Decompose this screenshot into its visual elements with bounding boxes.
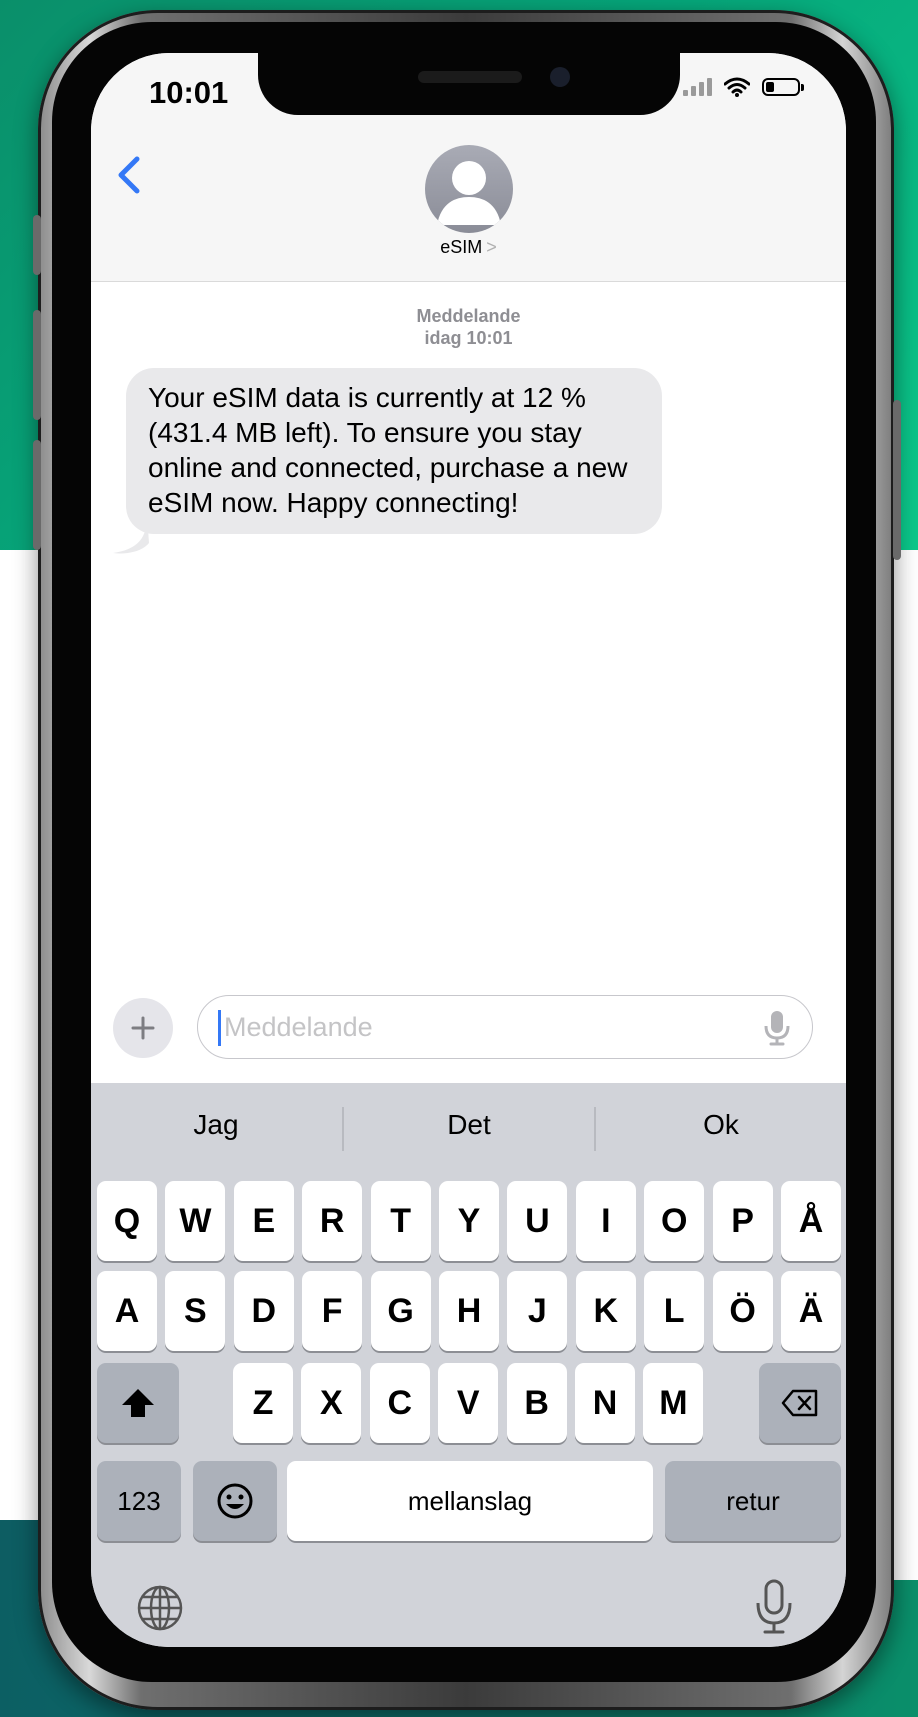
key-s[interactable]: S bbox=[165, 1271, 226, 1351]
key-d[interactable]: D bbox=[233, 1271, 294, 1351]
key-ä[interactable]: Ä bbox=[781, 1271, 841, 1351]
key-h[interactable]: H bbox=[439, 1271, 499, 1351]
key-f[interactable]: F bbox=[302, 1271, 363, 1351]
side-button-power bbox=[893, 400, 901, 560]
suggestion-jag[interactable]: Jag bbox=[91, 1109, 341, 1141]
side-button-mute bbox=[33, 215, 41, 275]
numbers-key[interactable]: 123 bbox=[97, 1461, 181, 1541]
message-timestamp: idag 10:01 bbox=[424, 328, 513, 348]
key-å[interactable]: Å bbox=[781, 1181, 841, 1261]
key-g[interactable]: G bbox=[370, 1271, 431, 1351]
key-x[interactable]: X bbox=[301, 1363, 362, 1443]
mic-icon[interactable] bbox=[764, 1010, 790, 1046]
front-camera bbox=[550, 67, 570, 87]
side-button-volume-down bbox=[33, 440, 41, 550]
key-e[interactable]: E bbox=[233, 1181, 294, 1261]
delete-key[interactable] bbox=[759, 1363, 841, 1443]
earpiece-speaker bbox=[418, 71, 522, 83]
key-b[interactable]: B bbox=[506, 1363, 567, 1443]
key-i[interactable]: I bbox=[575, 1181, 636, 1261]
emoji-icon bbox=[217, 1483, 253, 1519]
key-j[interactable]: J bbox=[507, 1271, 568, 1351]
dictation-mic-icon[interactable] bbox=[755, 1579, 793, 1635]
battery-icon bbox=[762, 78, 804, 96]
side-button-volume-up bbox=[33, 310, 41, 420]
key-r[interactable]: R bbox=[302, 1181, 363, 1261]
key-ö[interactable]: Ö bbox=[712, 1271, 773, 1351]
key-z[interactable]: Z bbox=[233, 1363, 293, 1443]
space-key[interactable]: mellanslag bbox=[287, 1461, 653, 1541]
contact-name-row[interactable]: eSIM > bbox=[91, 237, 846, 258]
globe-icon[interactable] bbox=[135, 1583, 185, 1633]
notch bbox=[258, 53, 680, 115]
message-meta: Meddelande idag 10:01 bbox=[91, 305, 846, 349]
key-l[interactable]: L bbox=[644, 1271, 705, 1351]
text-caret bbox=[218, 1010, 221, 1046]
key-m[interactable]: M bbox=[643, 1363, 704, 1443]
key-n[interactable]: N bbox=[575, 1363, 635, 1443]
suggestion-bar: Jag Det Ok bbox=[91, 1083, 846, 1167]
status-time: 10:01 bbox=[149, 75, 229, 110]
signal-icon bbox=[683, 78, 712, 96]
delete-icon bbox=[781, 1389, 818, 1417]
return-key[interactable]: retur bbox=[665, 1461, 841, 1541]
message-label: Meddelande bbox=[416, 306, 521, 326]
key-t[interactable]: T bbox=[370, 1181, 431, 1261]
battery-fill bbox=[766, 82, 774, 92]
shift-key[interactable] bbox=[97, 1363, 179, 1443]
person-avatar-icon bbox=[437, 161, 501, 225]
key-v[interactable]: V bbox=[438, 1363, 499, 1443]
key-p[interactable]: P bbox=[712, 1181, 773, 1261]
wifi-icon bbox=[724, 77, 750, 97]
contact-avatar[interactable] bbox=[425, 145, 513, 233]
key-q[interactable]: Q bbox=[97, 1181, 157, 1261]
message-input[interactable]: Meddelande bbox=[197, 995, 813, 1059]
message-input-placeholder: Meddelande bbox=[224, 1012, 373, 1042]
contact-chevron: > bbox=[486, 237, 497, 257]
key-y[interactable]: Y bbox=[439, 1181, 499, 1261]
suggestion-det[interactable]: Det bbox=[344, 1109, 594, 1141]
key-o[interactable]: O bbox=[644, 1181, 705, 1261]
emoji-key[interactable] bbox=[193, 1461, 277, 1541]
shift-icon bbox=[122, 1389, 154, 1417]
key-c[interactable]: C bbox=[369, 1363, 430, 1443]
back-chevron-icon[interactable] bbox=[111, 153, 151, 197]
received-message-bubble[interactable]: Your eSIM data is currently at 12 % (431… bbox=[126, 368, 662, 534]
key-k[interactable]: K bbox=[575, 1271, 636, 1351]
status-icons bbox=[683, 77, 804, 97]
suggestion-ok[interactable]: Ok bbox=[596, 1109, 846, 1141]
key-u[interactable]: U bbox=[507, 1181, 568, 1261]
add-attachment-button[interactable] bbox=[113, 998, 173, 1058]
key-w[interactable]: W bbox=[165, 1181, 226, 1261]
keyboard: Jag Det Ok QWERTYUIOPÅ ASDFGHJKLÖÄ ZXCVB… bbox=[91, 1083, 846, 1647]
key-a[interactable]: A bbox=[97, 1271, 157, 1351]
phone-screen: eSIM > 10:01 Meddelande idag 10:01 Your e… bbox=[91, 53, 846, 1647]
plus-icon bbox=[131, 1016, 155, 1040]
contact-name: eSIM bbox=[440, 237, 483, 257]
